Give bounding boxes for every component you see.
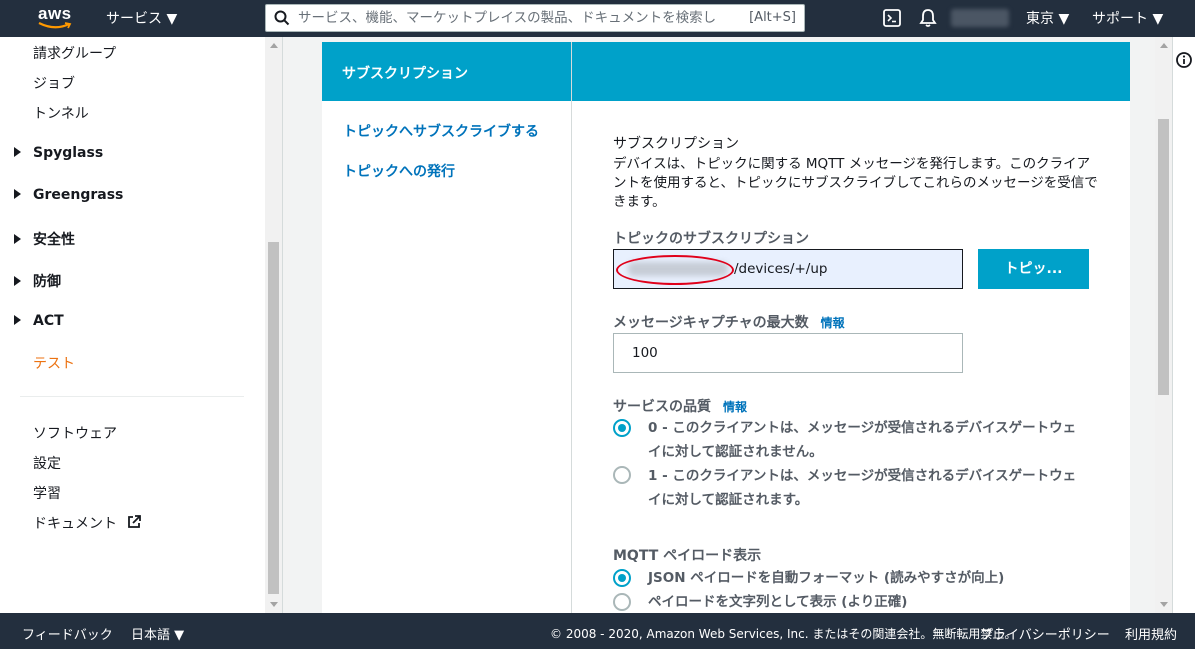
max-messages-value: 100 (632, 345, 658, 361)
sidebar-item-learn[interactable]: 学習 (33, 483, 61, 503)
section-title: サブスクリプション (613, 136, 739, 152)
language-selector[interactable]: 日本語 ▼ (131, 624, 184, 643)
info-link[interactable]: 情報 (821, 316, 845, 330)
payload-string-label: ペイロードを文字列として表示 (より正確) (648, 594, 908, 610)
sidebar-group-spyglass[interactable]: Spyglass (14, 145, 103, 161)
main-content: サブスクリプション トピックへサブスクライブする トピックへの発行 サブスクリプ… (283, 37, 1155, 613)
aws-logo[interactable]: aws (38, 4, 78, 34)
qos-0-label: 0 - このクライアントは、メッセージが受信されるデバイスゲートウェイに対して認… (648, 420, 1077, 460)
search-input[interactable] (298, 8, 738, 28)
sidebar-scrollbar[interactable] (265, 37, 282, 613)
aws-smile-icon (38, 22, 72, 29)
sidebar-group-security[interactable]: 安全性 (14, 229, 75, 249)
max-messages-label-text: メッセージキャプチャの最大数 (613, 315, 809, 331)
caret-right-icon (14, 234, 21, 244)
qos-1-radio[interactable] (613, 466, 631, 484)
sidebar-group-label: 防御 (33, 274, 61, 290)
panel-header-right (572, 42, 1130, 101)
publish-topic-link[interactable]: トピックへの発行 (343, 161, 455, 181)
sidebar-group-label: Spyglass (33, 145, 104, 161)
help-rail (1172, 37, 1195, 613)
caret-right-icon (14, 189, 21, 199)
sidebar-item-software[interactable]: ソフトウェア (33, 423, 117, 443)
payload-json-label: JSON ペイロードを自動フォーマット (読みやすさが向上) (648, 570, 1005, 586)
top-navigation-bar: aws サービス ▼ [Alt+S] 東京 ▼ サポート ▼ (0, 0, 1195, 37)
qos-label-text: サービスの品質 (613, 399, 711, 415)
main-scrollbar[interactable] (1155, 37, 1172, 613)
panel-header-title: サブスクリプション (342, 66, 468, 82)
bell-icon[interactable] (919, 8, 937, 28)
support-menu[interactable]: サポート ▼ (1092, 8, 1163, 28)
cloudshell-icon[interactable] (883, 9, 901, 27)
sidebar-group-greengrass[interactable]: Greengrass (14, 187, 123, 203)
search-icon (274, 10, 290, 26)
sidebar-item-tunnels[interactable]: トンネル (33, 103, 89, 123)
region-menu[interactable]: 東京 ▼ (1026, 8, 1069, 28)
sidebar-item-test[interactable]: テスト (33, 353, 75, 373)
sidebar-item-documentation[interactable]: ドキュメント (33, 513, 142, 533)
qos-0-radio[interactable] (613, 419, 631, 437)
subscribe-button[interactable]: トピッ... (978, 249, 1089, 289)
external-link-icon (128, 515, 142, 528)
panel-divider (571, 42, 572, 613)
qos-1-label: 1 - このクライアントは、メッセージが受信されるデバイスゲートウェイに対して認… (648, 468, 1077, 508)
topic-input-value: /devices/+/up (734, 261, 828, 277)
scroll-up-icon[interactable] (270, 43, 278, 48)
search-shortcut: [Alt+S] (749, 10, 796, 25)
sidebar: 請求グループ ジョブ トンネル Spyglass Greengrass 安全性 … (0, 37, 283, 613)
max-messages-input[interactable]: 100 (613, 333, 963, 373)
scrollbar-thumb[interactable] (268, 242, 279, 594)
panel-header: サブスクリプション (322, 42, 571, 101)
sidebar-item-billing-groups[interactable]: 請求グループ (33, 43, 116, 63)
footer: フィードバック 日本語 ▼ © 2008 - 2020, Amazon Web … (0, 613, 1195, 649)
qos-label: サービスの品質 情報 (613, 396, 747, 416)
search-box[interactable]: [Alt+S] (265, 4, 805, 32)
sidebar-item-jobs[interactable]: ジョブ (33, 73, 75, 93)
info-link[interactable]: 情報 (723, 400, 747, 414)
highlight-annotation (616, 255, 734, 285)
caret-right-icon (14, 276, 21, 286)
sidebar-item-settings[interactable]: 設定 (33, 453, 61, 473)
sidebar-item-label: ドキュメント (33, 516, 117, 532)
sidebar-group-label: Greengrass (33, 187, 124, 203)
privacy-policy-link[interactable]: プライバシーポリシー (980, 624, 1110, 643)
caret-right-icon (14, 147, 21, 157)
scroll-down-icon[interactable] (1160, 602, 1168, 607)
sidebar-divider (20, 396, 244, 397)
info-icon[interactable] (1175, 51, 1193, 69)
max-messages-label: メッセージキャプチャの最大数 情報 (613, 312, 845, 332)
scrollbar-thumb[interactable] (1158, 119, 1169, 395)
account-menu-redacted[interactable] (951, 9, 1009, 27)
sidebar-group-label: 安全性 (33, 232, 75, 248)
aws-logo-text: aws (38, 4, 72, 23)
sidebar-group-defend[interactable]: 防御 (14, 271, 61, 291)
caret-right-icon (14, 315, 21, 325)
sidebar-group-label: ACT (33, 313, 64, 329)
services-menu[interactable]: サービス ▼ (106, 8, 177, 28)
scroll-up-icon[interactable] (1160, 43, 1168, 48)
feedback-link[interactable]: フィードバック (22, 624, 113, 643)
payload-json-radio[interactable] (613, 569, 631, 587)
terms-link[interactable]: 利用規約 (1125, 624, 1177, 643)
topic-input[interactable]: /devices/+/up (613, 249, 963, 289)
topic-label: トピックのサブスクリプション (613, 231, 809, 247)
section-description: デバイスは、トピックに関する MQTT メッセージを発行します。このクライアント… (613, 156, 1098, 210)
sidebar-group-act[interactable]: ACT (14, 313, 64, 329)
subscribe-topic-link[interactable]: トピックへサブスクライブする (343, 121, 539, 141)
scroll-down-icon[interactable] (270, 602, 278, 607)
payload-display-label: MQTT ペイロード表示 (613, 548, 762, 564)
payload-string-radio[interactable] (613, 593, 631, 611)
test-panel: サブスクリプション トピックへサブスクライブする トピックへの発行 サブスクリプ… (322, 42, 1130, 613)
copyright-text: © 2008 - 2020, Amazon Web Services, Inc.… (550, 627, 1017, 641)
